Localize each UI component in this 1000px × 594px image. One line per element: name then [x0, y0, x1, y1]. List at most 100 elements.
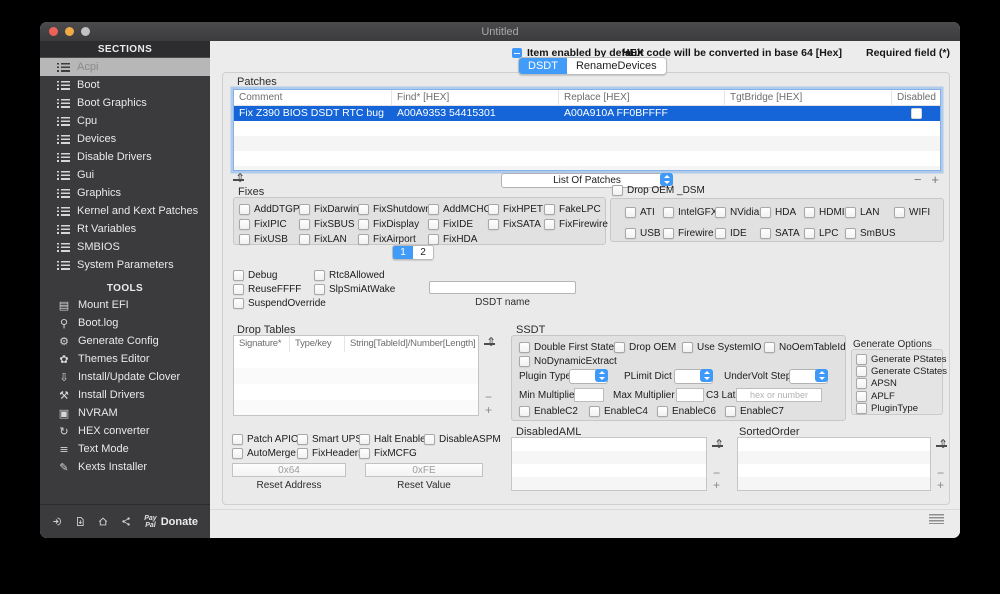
acpi-misc-checkbox-item[interactable]: Rtc8Allowed — [314, 269, 473, 281]
tab[interactable]: RenameDevices — [566, 58, 666, 74]
fix-checkbox-item[interactable]: AddMCHC — [428, 203, 491, 215]
apic-checkbox-item[interactable]: Patch APIC — [232, 433, 298, 445]
patch-row-selected[interactable]: Fix Z390 BIOS DSDT RTC bug A00A9353 5441… — [234, 106, 940, 121]
add-patch-button[interactable]: + — [931, 173, 939, 186]
plimit-dict-select[interactable] — [674, 369, 713, 384]
fix-checkbox-item[interactable]: FixSBUS — [299, 218, 358, 230]
sidebar-section-item[interactable]: Cpu — [40, 112, 210, 130]
dsm-checkbox-item[interactable]: WIFI — [894, 206, 943, 218]
zoom-button[interactable] — [81, 27, 90, 36]
fix-checkbox-item[interactable]: FixShutdown — [358, 203, 431, 215]
home-icon[interactable] — [98, 514, 108, 529]
sidebar-section-item[interactable]: Acpi — [40, 58, 210, 76]
dsm-checkbox-item[interactable]: ATI — [625, 206, 663, 218]
fix-checkbox-item[interactable]: FixHPET — [488, 203, 544, 215]
sidebar-section-item[interactable]: System Parameters — [40, 256, 210, 274]
generate-option-checkbox-item[interactable]: APLF — [856, 390, 942, 402]
pager-page[interactable]: 2 — [413, 246, 433, 259]
apic-checkbox-item[interactable]: FixMCFG — [359, 447, 424, 459]
window-titlebar[interactable]: Untitled — [40, 22, 960, 42]
apic-checkbox-item[interactable]: FixHeaders — [297, 447, 363, 459]
add-table-button[interactable]: + — [485, 404, 492, 416]
export-config-icon[interactable] — [75, 514, 85, 529]
sidebar-section-item[interactable]: Boot Graphics — [40, 94, 210, 112]
sidebar-tool-item[interactable]: ⇩ Install/Update Clover — [40, 368, 210, 386]
fix-checkbox-item[interactable]: FixIPIC — [239, 218, 299, 230]
fix-checkbox-item[interactable]: FixAirport — [358, 233, 428, 245]
disabled-checkbox[interactable] — [910, 108, 922, 119]
column-header[interactable]: Disabled — [892, 90, 940, 105]
acpi-misc-checkbox-item[interactable]: SuspendOverride — [233, 297, 326, 309]
column-header[interactable]: Signature* — [234, 336, 290, 352]
sidebar-tool-item[interactable]: ✿ Themes Editor — [40, 350, 210, 368]
dsm-checkbox-item[interactable]: SmBUS — [845, 228, 896, 240]
tab[interactable]: DSDT — [519, 58, 567, 74]
apic-checkbox-item[interactable]: Smart UPS — [297, 433, 362, 445]
sidebar-section-item[interactable]: Gui — [40, 166, 210, 184]
sidebar-tool-item[interactable]: ≡ Text Mode — [40, 440, 210, 458]
dsdt-name-input[interactable] — [429, 281, 576, 294]
drop-oem-dsm-checkbox[interactable]: Drop OEM _DSM — [612, 184, 705, 196]
acpi-misc-checkbox-item[interactable]: Debug — [233, 269, 314, 281]
dsm-checkbox-item[interactable]: HDMI — [804, 206, 845, 218]
drop-tables-empty-rows[interactable] — [234, 352, 478, 415]
generate-option-checkbox-item[interactable]: Generate PStates — [856, 353, 947, 365]
dsm-checkbox-item[interactable]: HDA — [760, 206, 804, 218]
ssdt-checkbox-item[interactable]: NoDynamicExtract — [519, 355, 617, 367]
dsm-checkbox-item[interactable]: USB — [625, 228, 663, 240]
ssdt-checkbox-item[interactable]: Drop OEM — [614, 341, 682, 353]
paypal-donate-button[interactable]: Pay Pal Donate — [144, 515, 198, 529]
fix-checkbox-item[interactable]: AddDTGP — [239, 203, 300, 215]
column-header[interactable]: TgtBridge [HEX] — [725, 90, 892, 105]
reorder-handle-icon[interactable] — [936, 438, 948, 452]
fix-checkbox-item[interactable]: FixHDA — [428, 233, 488, 245]
disabled-aml-list[interactable] — [511, 437, 707, 491]
remove-table-button[interactable]: − — [485, 391, 492, 403]
acpi-misc-checkbox-item[interactable]: ReuseFFFF — [233, 283, 314, 295]
min-multiplier-input[interactable] — [574, 388, 604, 402]
patches-table[interactable]: Comment Find* [HEX] Replace [HEX] TgtBridge… — [233, 89, 941, 171]
fix-checkbox-item[interactable]: FixLAN — [299, 233, 358, 245]
sidebar-tool-item[interactable]: ✎ Kexts Installer — [40, 458, 210, 476]
sidebar-section-item[interactable]: Devices — [40, 130, 210, 148]
undervolt-step-select[interactable] — [789, 369, 828, 384]
sidebar-tool-item[interactable]: ⚲ Boot.log — [40, 314, 210, 332]
reset-value-input[interactable]: 0xFE — [365, 463, 483, 477]
column-header[interactable]: Comment — [234, 90, 392, 105]
ssdt-checkbox-item[interactable]: Double First State — [519, 341, 614, 353]
sidebar-tool-item[interactable]: ⚒ Install Drivers — [40, 386, 210, 404]
patches-table-empty-rows[interactable] — [234, 121, 940, 170]
minimize-button[interactable] — [65, 27, 74, 36]
add-sorted-button[interactable]: + — [937, 479, 944, 491]
close-button[interactable] — [49, 27, 58, 36]
import-config-icon[interactable] — [52, 514, 62, 529]
menu-icon[interactable] — [929, 514, 944, 524]
fix-checkbox-item[interactable]: FixFirewire — [544, 218, 608, 230]
column-header[interactable]: String[TableId]/Number[Length] — [345, 336, 478, 352]
reset-address-input[interactable]: 0x64 — [232, 463, 346, 477]
sidebar-section-item[interactable]: Disable Drivers — [40, 148, 210, 166]
drop-tables-table[interactable]: Signature* Type/key String[TableId]/Number… — [233, 335, 479, 416]
pager-page[interactable]: 1 — [393, 246, 413, 259]
dsm-checkbox-item[interactable]: IntelGFX — [663, 206, 717, 218]
ssdt-enable-checkbox-item[interactable]: EnableC4 — [589, 405, 657, 417]
sidebar-section-item[interactable]: SMBIOS — [40, 238, 210, 256]
sorted-order-list[interactable] — [737, 437, 931, 491]
sidebar-tool-item[interactable]: ↻ HEX converter — [40, 422, 210, 440]
ssdt-enable-checkbox-item[interactable]: EnableC7 — [725, 405, 839, 417]
dsm-checkbox-item[interactable]: SATA — [760, 228, 804, 240]
dsm-checkbox-item[interactable]: LPC — [804, 228, 845, 240]
fix-checkbox-item[interactable]: FakeLPC — [544, 203, 608, 215]
column-header[interactable]: Type/key — [290, 336, 345, 352]
max-multiplier-input[interactable] — [676, 388, 704, 402]
dsm-checkbox-item[interactable]: NVidia — [715, 206, 760, 218]
generate-option-checkbox-item[interactable]: APSN — [856, 378, 942, 390]
column-header[interactable]: Find* [HEX] — [392, 90, 559, 105]
column-header[interactable]: Replace [HEX] — [559, 90, 725, 105]
dsm-checkbox-item[interactable]: LAN — [845, 206, 894, 218]
fix-checkbox-item[interactable]: FixIDE — [428, 218, 488, 230]
sidebar-section-item[interactable]: Graphics — [40, 184, 210, 202]
generate-option-checkbox-item[interactable]: Generate CStates — [856, 365, 947, 378]
add-aml-button[interactable]: + — [713, 479, 720, 491]
apic-checkbox-item[interactable]: DisableASPM — [424, 433, 501, 445]
